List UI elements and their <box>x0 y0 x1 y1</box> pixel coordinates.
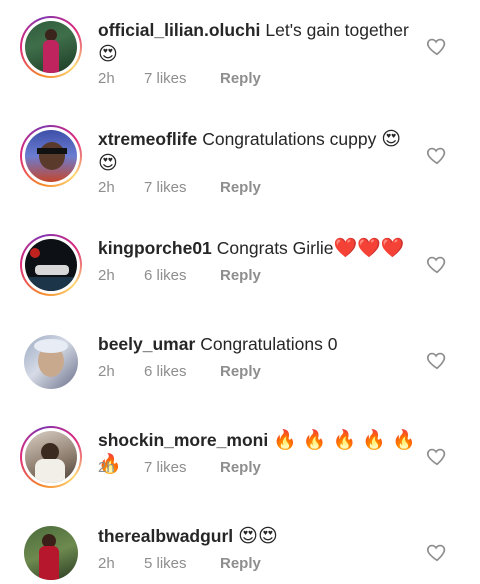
comment-emoji: 😍 <box>98 152 118 174</box>
reply-button[interactable]: Reply <box>220 267 261 284</box>
avatar <box>25 239 77 291</box>
reply-button[interactable]: Reply <box>220 70 261 87</box>
comment-username[interactable]: therealbwadgurl <box>98 526 233 546</box>
comment-username[interactable]: xtremeoflife <box>98 129 197 149</box>
heart-outline-icon[interactable] <box>426 35 448 57</box>
avatar-story-ring[interactable] <box>20 125 82 187</box>
heart-outline-icon[interactable] <box>426 445 448 467</box>
comment-time: 2h <box>98 459 115 476</box>
comment-username[interactable]: kingporche01 <box>98 238 212 258</box>
comment-username[interactable]: shockin_more_moni <box>98 430 268 450</box>
avatar[interactable] <box>20 522 82 584</box>
comment-likes[interactable]: 7 likes <box>144 179 220 196</box>
comment-username[interactable]: beely_umar <box>98 334 195 354</box>
comment-text: Congratulations 0 <box>200 334 338 354</box>
reply-button[interactable]: Reply <box>220 459 261 476</box>
avatar-story-ring[interactable] <box>20 16 82 78</box>
avatar-story-ring[interactable] <box>20 234 82 296</box>
comment-time: 2h <box>98 267 115 284</box>
comment-username[interactable]: official_lilian.oluchi <box>98 20 260 40</box>
comment-text: Congrats Girlie <box>216 238 334 258</box>
comment-emoji: ❤️❤️❤️ <box>333 237 405 259</box>
avatar <box>25 130 77 182</box>
comment-likes[interactable]: 6 likes <box>144 267 220 284</box>
comment-time: 2h <box>98 555 115 572</box>
comment-text: Congratulations cuppy <box>202 129 377 149</box>
reply-button[interactable]: Reply <box>220 363 261 380</box>
comment-text: Let's gain together <box>265 20 409 40</box>
reply-button[interactable]: Reply <box>220 179 261 196</box>
avatar-image <box>24 335 78 389</box>
avatar-story-ring[interactable] <box>20 426 82 488</box>
avatar <box>25 21 77 73</box>
comment-emoji: 😍😍 <box>238 525 278 547</box>
heart-outline-icon[interactable] <box>426 253 448 275</box>
comment-time: 2h <box>98 179 115 196</box>
heart-outline-icon[interactable] <box>426 144 448 166</box>
comment-likes[interactable]: 6 likes <box>144 363 220 380</box>
comment-time: 2h <box>98 70 115 87</box>
avatar <box>25 431 77 483</box>
comment-likes[interactable]: 5 likes <box>144 555 220 572</box>
heart-outline-icon[interactable] <box>426 349 448 371</box>
comment-likes[interactable]: 7 likes <box>144 459 220 476</box>
comment-emoji: 😍 <box>381 128 402 150</box>
reply-button[interactable]: Reply <box>220 555 261 572</box>
heart-outline-icon[interactable] <box>426 541 448 563</box>
comment-likes[interactable]: 7 likes <box>144 70 220 87</box>
comment-emoji: 😍 <box>98 43 118 65</box>
avatar[interactable] <box>20 331 82 393</box>
comment-time: 2h <box>98 363 115 380</box>
